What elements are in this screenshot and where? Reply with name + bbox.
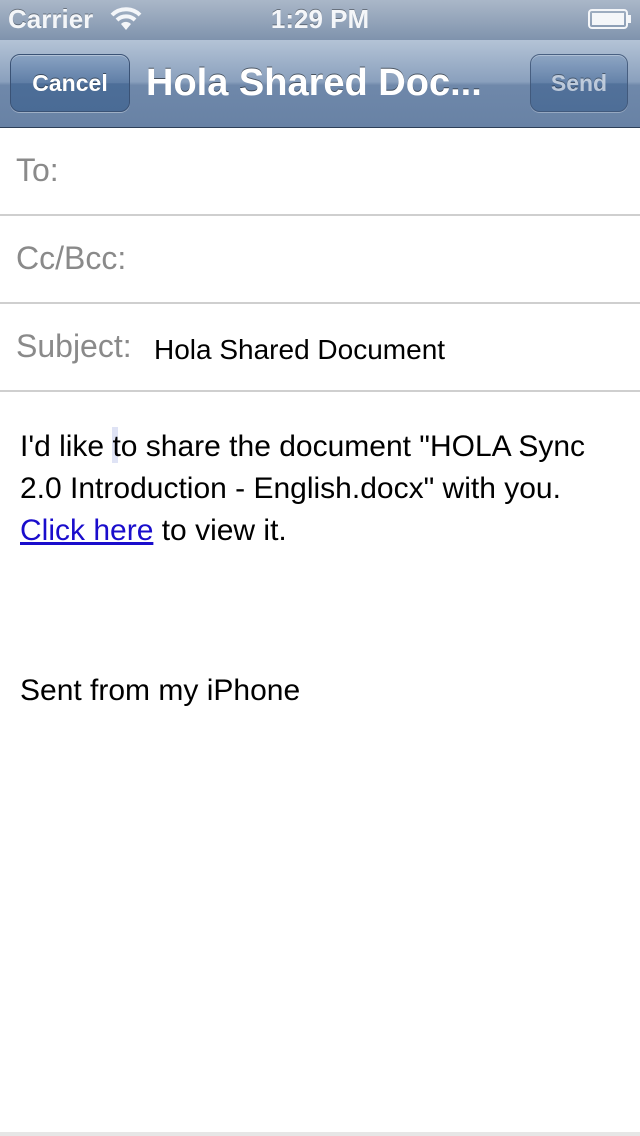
cc-bcc-field[interactable]: Cc/Bcc: [0, 216, 640, 304]
message-body[interactable]: I'd like to share the document "HOLA Syn… [20, 426, 610, 552]
signature: Sent from my iPhone [20, 674, 301, 707]
battery-icon [588, 9, 631, 29]
send-button[interactable]: Send [530, 54, 628, 112]
to-label: To: [16, 152, 59, 188]
to-field[interactable]: To: [0, 128, 640, 216]
subject-field[interactable]: Subject: Hola Shared Document [0, 304, 640, 392]
click-here-link[interactable]: Click here [20, 514, 153, 547]
navigation-bar: Cancel Hola Shared Doc... Send [0, 40, 640, 128]
subject-input[interactable]: Hola Shared Document [154, 334, 445, 366]
page-title: Hola Shared Doc... [146, 62, 482, 104]
clock: 1:29 PM [270, 4, 370, 34]
subject-label: Subject: [16, 328, 132, 364]
bottom-divider [0, 1132, 640, 1136]
status-bar: Carrier 1:29 PM [0, 0, 640, 40]
body-text-start: I'd like [20, 430, 113, 463]
body-text-end: to view it. [153, 514, 287, 547]
cancel-button[interactable]: Cancel [10, 54, 130, 112]
cc-bcc-label: Cc/Bcc: [16, 240, 127, 276]
